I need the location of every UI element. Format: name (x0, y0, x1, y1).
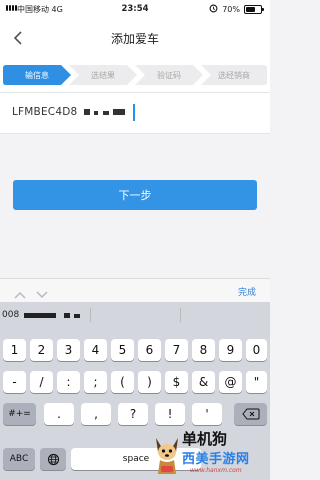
text-cursor (133, 104, 135, 121)
globe-icon (47, 453, 59, 465)
step-progress: 输信息 选结果 验证码 选经销商 (0, 58, 270, 92)
key-dollar[interactable]: $ (165, 371, 188, 393)
keyboard-accessory-bar: 完成 (0, 278, 270, 302)
key-exclamation[interactable]: ! (155, 403, 185, 425)
key-close-paren[interactable]: ) (138, 371, 161, 393)
watermark-name: 单机狗 (182, 430, 228, 448)
key-ampersand[interactable]: & (192, 371, 215, 393)
step-3: 验证码 (135, 65, 203, 85)
step-1-label: 输信息 (25, 70, 49, 80)
key-0[interactable]: 0 (246, 339, 267, 361)
key-colon[interactable]: : (57, 371, 80, 393)
key-semicolon[interactable]: ; (84, 371, 107, 393)
key-apostrophe[interactable]: ' (192, 403, 222, 425)
watermark: 单机狗 西美手游网 www.hanxm.com (152, 428, 270, 480)
redaction-mask (24, 313, 56, 318)
key-3[interactable]: 3 (57, 339, 80, 361)
key-globe[interactable] (40, 448, 66, 470)
suggestion-bar: 008 (0, 302, 270, 328)
status-bar: 中国移动 4G 23:54 70% (0, 0, 270, 18)
alarm-icon (209, 4, 218, 15)
key-symbols-toggle[interactable]: #+= (3, 403, 36, 425)
page-title: 添加爱车 (110, 32, 159, 46)
key-5[interactable]: 5 (111, 339, 134, 361)
key-4[interactable]: 4 (84, 339, 107, 361)
battery-icon (244, 5, 264, 14)
next-field-icon[interactable] (36, 285, 48, 299)
redaction-mask (74, 314, 80, 318)
key-6[interactable]: 6 (138, 339, 161, 361)
key-quote[interactable]: " (246, 371, 267, 393)
navigation-bar: 添加爱车 (0, 18, 270, 58)
vin-input[interactable]: LFMBEC4D8 (12, 106, 77, 118)
next-step-button[interactable]: 下一步 (13, 180, 257, 210)
watermark-site: 西美手游网 (182, 452, 250, 467)
suggestion-divider (90, 308, 91, 322)
step-2: 选结果 (69, 65, 137, 85)
key-delete[interactable] (234, 403, 267, 425)
redaction-mask (64, 313, 70, 318)
redaction-mask (84, 109, 90, 115)
suggestion-text[interactable]: 008 (2, 310, 19, 320)
key-1[interactable]: 1 (3, 339, 26, 361)
suggestion-divider (180, 308, 181, 322)
backspace-icon (241, 408, 259, 420)
key-abc[interactable]: ABC (3, 448, 35, 470)
key-slash[interactable]: / (30, 371, 53, 393)
redaction-mask (113, 109, 125, 115)
redaction-mask (103, 111, 109, 115)
vin-input-row[interactable]: LFMBEC4D8 (0, 92, 270, 134)
key-comma[interactable]: , (81, 403, 111, 425)
watermark-url: www.hanxm.com (190, 467, 242, 474)
key-at[interactable]: @ (219, 371, 242, 393)
step-3-label: 验证码 (157, 70, 181, 80)
redaction-mask (94, 111, 98, 115)
key-7[interactable]: 7 (165, 339, 188, 361)
status-right: 70% (209, 4, 264, 15)
step-1: 输信息 (3, 65, 71, 85)
step-4: 选经销商 (201, 65, 267, 85)
step-2-label: 选结果 (91, 70, 115, 80)
key-hyphen[interactable]: - (3, 371, 26, 393)
key-period[interactable]: . (44, 403, 74, 425)
key-8[interactable]: 8 (192, 339, 215, 361)
key-question[interactable]: ? (118, 403, 148, 425)
key-2[interactable]: 2 (30, 339, 53, 361)
done-button[interactable]: 完成 (238, 285, 256, 298)
key-open-paren[interactable]: ( (111, 371, 134, 393)
battery-percent: 70% (222, 5, 240, 14)
key-9[interactable]: 9 (219, 339, 242, 361)
dog-mascot-logo (152, 434, 182, 476)
previous-field-icon[interactable] (14, 285, 26, 299)
step-4-label: 选经销商 (218, 70, 250, 80)
